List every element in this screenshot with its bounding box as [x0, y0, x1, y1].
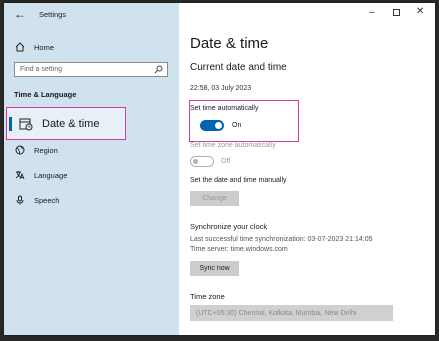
auto-time-state: On	[232, 122, 242, 129]
auto-time-toggle[interactable]	[200, 120, 224, 131]
sidebar-item-label: Home	[34, 42, 55, 52]
maximize-icon[interactable]	[393, 8, 400, 19]
auto-zone-toggle[interactable]	[190, 156, 214, 167]
auto-zone-state: Off	[221, 158, 231, 165]
search-placeholder: Find a setting	[20, 66, 63, 73]
sidebar: ← Settings Home Find a setting Time & La…	[4, 3, 179, 335]
globe-icon	[14, 144, 26, 156]
sidebar-item-label: Region	[34, 145, 58, 155]
sidebar-item-date-time[interactable]: Date & time	[6, 107, 126, 140]
sidebar-item-label: Language	[34, 170, 68, 180]
sidebar-item-label: Speech	[34, 195, 60, 205]
close-icon[interactable]: ✕	[416, 6, 424, 17]
search-input[interactable]: Find a setting	[14, 62, 168, 77]
current-date-value: 22:58, 03 July 2023	[190, 85, 252, 92]
selection-indicator	[9, 117, 12, 131]
settings-window: ← Settings Home Find a setting Time & La…	[4, 3, 435, 335]
sidebar-item-home[interactable]: Home	[14, 41, 54, 53]
time-server-text: Time server: time.windows.com	[190, 246, 288, 253]
auto-zone-label: Set time zone automatically	[190, 142, 276, 149]
language-icon	[14, 169, 26, 181]
window-title: Settings	[39, 10, 67, 19]
current-date-heading: Current date and time	[190, 62, 287, 73]
calendar-clock-icon	[19, 117, 33, 136]
sidebar-item-language[interactable]: Language	[14, 169, 67, 181]
sidebar-item-region[interactable]: Region	[14, 144, 58, 156]
sync-now-button[interactable]: Sync now	[190, 261, 239, 276]
home-icon	[14, 41, 26, 53]
timezone-select[interactable]: (UTC+05:30) Chennai, Kolkata, Mumbai, Ne…	[190, 305, 393, 321]
timezone-heading: Time zone	[190, 292, 225, 301]
search-icon[interactable]	[154, 65, 163, 76]
toggle-knob	[215, 122, 222, 129]
auto-time-label: Set time automatically	[190, 105, 259, 112]
change-button[interactable]: Change	[190, 191, 239, 206]
microphone-icon	[14, 194, 26, 206]
main-panel: – ✕ Date & time Current date and time 22…	[179, 3, 435, 335]
manual-time-label: Set the date and time manually	[190, 177, 287, 184]
last-sync-text: Last successful time synchronization: 03…	[190, 236, 373, 243]
section-heading: Time & Language	[14, 90, 77, 99]
minimize-icon[interactable]: –	[369, 7, 375, 18]
sidebar-item-label: Date & time	[42, 118, 100, 130]
back-arrow-icon[interactable]: ←	[14, 7, 26, 21]
sync-heading: Synchronize your clock	[190, 222, 268, 231]
page-title: Date & time	[190, 35, 269, 52]
timezone-value: (UTC+05:30) Chennai, Kolkata, Mumbai, Ne…	[196, 309, 357, 317]
sidebar-item-speech[interactable]: Speech	[14, 194, 59, 206]
toggle-knob	[193, 159, 198, 164]
